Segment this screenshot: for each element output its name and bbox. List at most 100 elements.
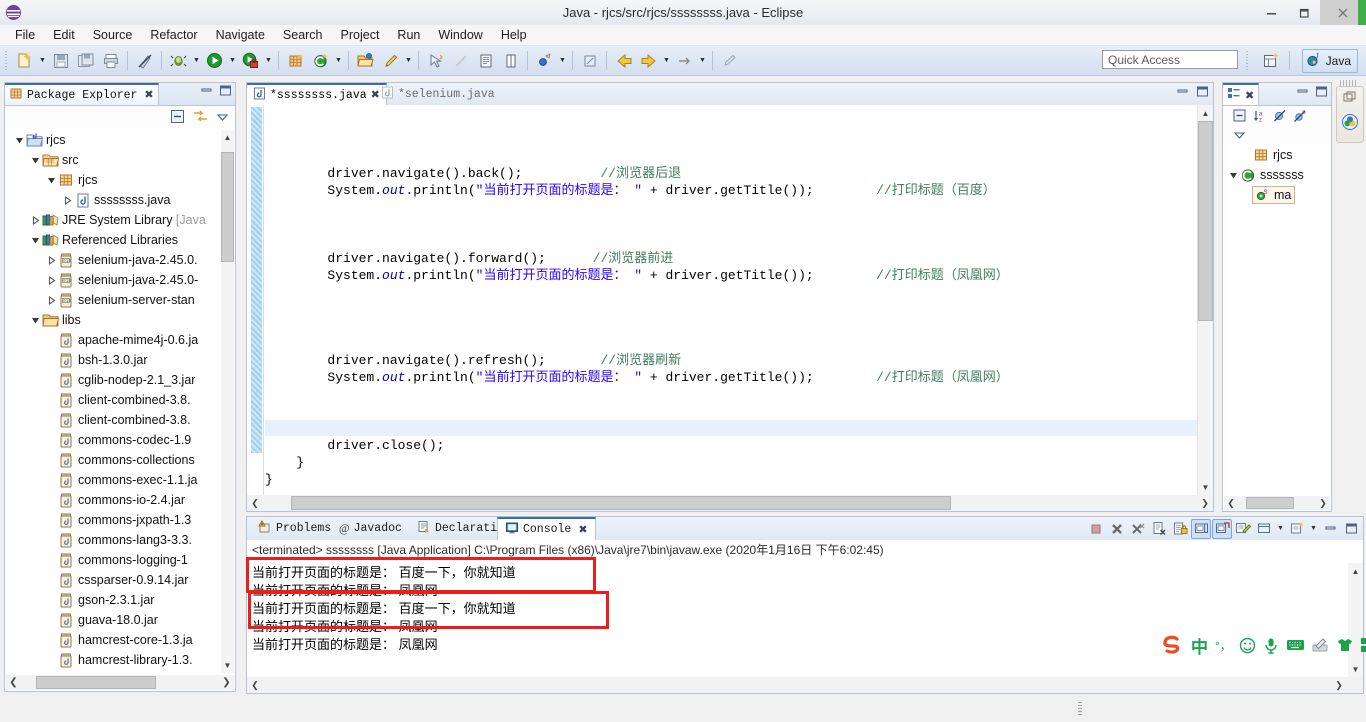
scroll-down-arrow[interactable]: ▼ [221, 658, 234, 673]
pin-console-button[interactable] [1191, 518, 1211, 539]
previous-annotation-button[interactable] [449, 49, 472, 72]
new-console-view-button[interactable] [1254, 519, 1274, 539]
tree-twisty-icon[interactable] [29, 150, 42, 170]
maximize-button[interactable] [1341, 519, 1361, 539]
debug-dropdown[interactable]: ▼ [191, 49, 202, 72]
run-coverage-button[interactable] [239, 49, 262, 72]
tree-item[interactable]: ssssssss.java [5, 190, 235, 210]
package-explorer-vertical-scrollbar[interactable]: ▲ ▼ [221, 130, 234, 673]
toolbar-grip[interactable] [3, 50, 10, 71]
tree-item[interactable]: commons-jxpath-1.3 [5, 510, 235, 530]
new-java-package-button[interactable] [284, 49, 307, 72]
view-menu-icon[interactable] [1233, 129, 1246, 143]
restore-view-icon[interactable] [1342, 90, 1358, 108]
scroll-right-arrow[interactable]: ❯ [1331, 677, 1347, 693]
voice-input-icon[interactable] [1263, 637, 1279, 654]
package-explorer-tree[interactable]: rjcs src rjcs ssssssss.java JRE System Libra… [5, 130, 235, 673]
tab-outline[interactable]: ✖ [1223, 83, 1260, 105]
scrollbar-thumb[interactable] [291, 496, 951, 510]
tree-item[interactable]: apache-mime4j-0.6.ja [5, 330, 235, 350]
toolbar-extra-icon-1[interactable] [578, 49, 601, 72]
menu-run[interactable]: Run [388, 25, 429, 46]
outline-item[interactable]: sssssss [1223, 165, 1331, 185]
editor-horizontal-scrollbar[interactable]: ❮ ❯ [247, 495, 1213, 511]
punctuation-toggle-icon[interactable]: °， [1215, 637, 1232, 654]
open-type-button[interactable] [354, 49, 377, 72]
close-icon[interactable]: ✖ [578, 523, 587, 537]
sort-az-icon[interactable]: a z [1253, 109, 1267, 126]
skin-icon[interactable] [1337, 637, 1353, 653]
toggle-mark-occurrences-button[interactable] [133, 49, 156, 72]
tree-item[interactable]: 010 selenium-java-2.45.0. [5, 250, 235, 270]
tree-item[interactable]: bsh-1.3.0.jar [5, 350, 235, 370]
menu-edit[interactable]: Edit [44, 25, 84, 46]
collapse-all-icon[interactable] [170, 109, 185, 127]
run-button[interactable] [203, 49, 226, 72]
menu-file[interactable]: File [6, 25, 44, 46]
tree-item[interactable]: commons-logging-1 [5, 550, 235, 570]
soft-keyboard-icon[interactable] [1286, 638, 1305, 652]
scroll-right-arrow[interactable]: ❯ [219, 675, 234, 690]
tree-item[interactable]: rjcs [5, 170, 235, 190]
sogou-logo-icon[interactable] [1160, 633, 1184, 657]
maximize-button[interactable] [1288, 0, 1320, 25]
tree-twisty-icon[interactable] [61, 190, 74, 210]
scroll-lock-button[interactable] [1170, 519, 1190, 539]
open-console-new-button[interactable] [1287, 519, 1307, 539]
skip-all-breakpoints-button[interactable] [533, 49, 556, 72]
tree-item[interactable]: commons-codec-1.9 [5, 430, 235, 450]
toolbar-extra-icon-2[interactable] [718, 49, 741, 72]
menu-window[interactable]: Window [429, 25, 491, 46]
minimize-icon[interactable] [200, 85, 213, 99]
display-selected-console-button[interactable] [1212, 518, 1232, 539]
last-edit-location-button[interactable] [474, 49, 497, 72]
tree-twisty-icon[interactable] [29, 230, 42, 250]
tree-item[interactable]: client-combined-3.8. [5, 390, 235, 410]
tree-twisty-icon[interactable] [13, 130, 26, 150]
new-console-dropdown[interactable]: ▼ [1275, 519, 1286, 539]
clear-console-button[interactable] [1149, 519, 1169, 539]
minimize-icon[interactable] [1176, 86, 1189, 100]
tree-item[interactable]: commons-io-2.4.jar [5, 490, 235, 510]
link-editor-icon[interactable] [193, 109, 208, 127]
scroll-down-arrow[interactable]: ▼ [1198, 479, 1213, 495]
tree-item[interactable]: client-combined-3.8. [5, 410, 235, 430]
next-annotation-button[interactable] [424, 49, 447, 72]
tree-item[interactable]: hamcrest-library-1.3. [5, 650, 235, 670]
menu-source[interactable]: Source [84, 25, 142, 46]
editor-source-code[interactable]: driver.navigate().back(); //浏览器后退 System… [265, 105, 1197, 495]
skip-breakpoints-dropdown[interactable]: ▼ [557, 49, 568, 72]
forward-dropdown[interactable]: ▼ [661, 49, 672, 72]
scroll-left-arrow[interactable]: ❮ [247, 495, 263, 511]
tree-item[interactable]: commons-collections [5, 450, 235, 470]
tab-javadoc[interactable]: @ Javadoc [332, 517, 409, 540]
outline-horizontal-scrollbar[interactable]: ❮ ❯ [1224, 496, 1330, 510]
scrollbar-thumb[interactable] [36, 676, 156, 689]
editor-gutter[interactable] [247, 105, 264, 495]
tree-item[interactable]: JRE System Library [Java [5, 210, 235, 230]
tree-twisty-icon[interactable] [29, 310, 42, 330]
debug-button[interactable] [167, 49, 190, 72]
scroll-left-arrow[interactable]: ❮ [1224, 496, 1238, 510]
terminate-button[interactable] [1086, 519, 1106, 539]
tree-item[interactable]: libs [5, 310, 235, 330]
minimize-button[interactable] [1320, 519, 1340, 539]
scroll-up-arrow[interactable]: ▲ [1198, 105, 1213, 121]
tree-twisty-icon[interactable] [45, 290, 58, 310]
editor-tab-ssssssss-java[interactable]: *ssssssss.java ✖ [247, 83, 387, 105]
outline-item[interactable]: Sma [1223, 185, 1331, 205]
perspective-java-button[interactable]: J Java [1301, 49, 1358, 73]
tree-twisty-icon[interactable] [45, 270, 58, 290]
scroll-up-arrow[interactable]: ▲ [1348, 563, 1363, 579]
maximize-icon[interactable] [1315, 86, 1328, 100]
back-button[interactable] [612, 49, 635, 72]
tree-item[interactable]: commons-exec-1.1.ja [5, 470, 235, 490]
remove-launch-button[interactable] [1107, 519, 1127, 539]
tab-console[interactable]: Console ✖ [497, 517, 596, 540]
tree-item[interactable]: 010 selenium-server-stan [5, 290, 235, 310]
tab-problems[interactable]: Problems [251, 517, 338, 540]
navigate-back-dropdown[interactable]: ▼ [697, 49, 708, 72]
emoji-icon[interactable] [1239, 637, 1256, 654]
remove-all-terminated-button[interactable] [1128, 519, 1148, 539]
tree-item[interactable]: cglib-nodep-2.1_3.jar [5, 370, 235, 390]
